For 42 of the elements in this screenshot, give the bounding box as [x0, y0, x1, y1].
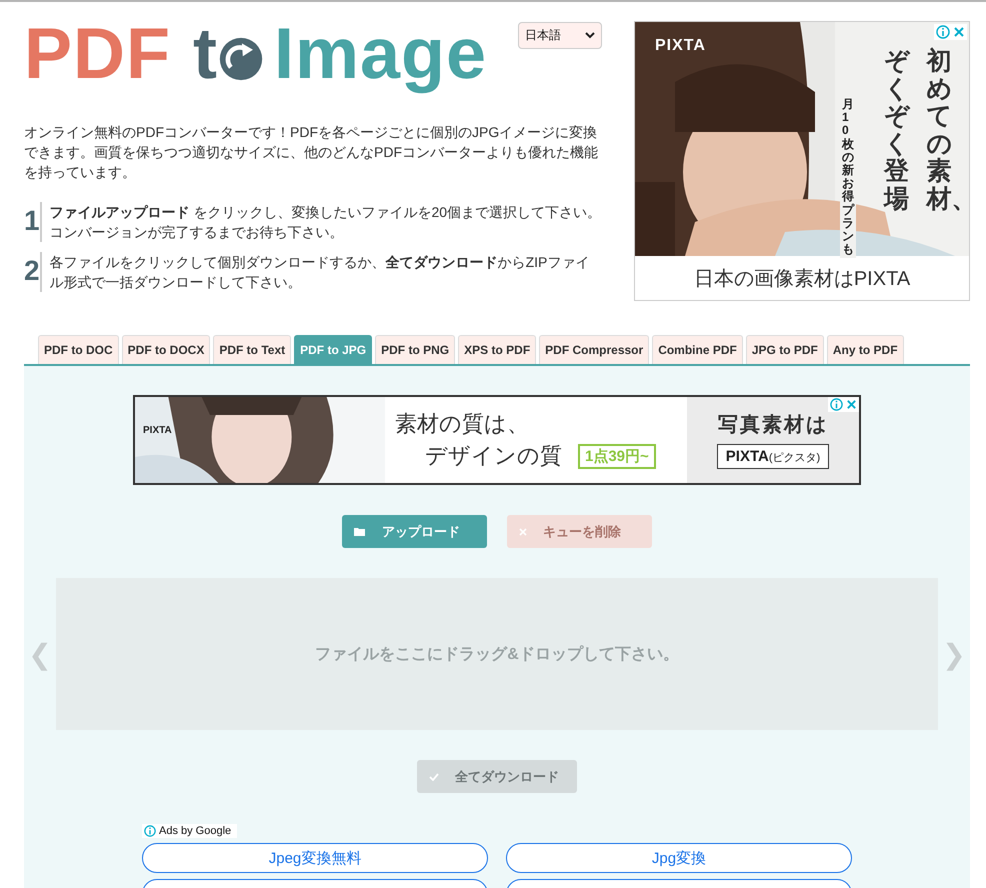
- step-text: 各ファイルをクリックして個別ダウンロードするか、全てダウンロードからZIPファイル形式で一括ダウンロードして下さい。: [40, 252, 602, 292]
- close-icon[interactable]: [846, 399, 857, 410]
- tab[interactable]: PDF to PNG: [375, 335, 456, 364]
- ad-headline: 素材の質は、: [395, 411, 530, 439]
- ad-headline: 初めての素材、: [926, 48, 959, 214]
- tab[interactable]: XPS to PDF: [458, 335, 536, 364]
- ad-banner[interactable]: PIXTA 素材の質は、 デザインの質 1点39円~ 写真素材は PIXTA(ピクスタ): [133, 395, 861, 485]
- tab[interactable]: PDF Compressor: [539, 335, 650, 364]
- tab[interactable]: PDF to DOC: [38, 335, 119, 364]
- ad-footer-text: 日本の画像素材はPIXTA: [692, 266, 912, 292]
- drop-zone-text: ファイルをここにドラッグ&ドロップして下さい。: [315, 644, 679, 664]
- tab[interactable]: JPG to PDF: [746, 335, 824, 364]
- ad-link-button[interactable]: Jpg変換: [506, 843, 852, 873]
- step-number: 1: [24, 204, 40, 238]
- folder-icon: [354, 526, 366, 536]
- ad-link-button[interactable]: Jpeg変換無料: [142, 843, 488, 873]
- tab[interactable]: Combine PDF: [652, 335, 743, 364]
- language-select[interactable]: 日本語: [518, 22, 602, 49]
- ad-headline: ぞくぞく登場: [884, 48, 912, 214]
- check-icon: [429, 772, 439, 780]
- chevron-down-icon: [585, 32, 595, 39]
- logo[interactable]: PDF t Image: [24, 14, 488, 94]
- brand-logo: PIXTA: [143, 425, 172, 436]
- info-icon[interactable]: [936, 25, 950, 39]
- close-icon[interactable]: [953, 26, 965, 38]
- ad-headline: 写真素材は: [718, 413, 828, 438]
- ads-by-label[interactable]: Ads by Google: [142, 824, 238, 838]
- ad-subline: 月10枚の新お得プランも: [840, 96, 856, 258]
- brand-logo: PIXTA(ピクスタ): [716, 444, 830, 469]
- ad-headline: デザインの質: [425, 443, 562, 471]
- price-tag: 1点39円~: [578, 444, 656, 468]
- step-number: 2: [24, 254, 40, 288]
- ad-banner[interactable]: PIXTA 月10枚の新お得プランも ぞくぞく登場 初めての素材、 日本の画像素材はPIXTA: [634, 21, 970, 301]
- brand-logo: PIXTA: [655, 37, 706, 55]
- intro-text: オンライン無料のPDFコンバーターです！PDFを各ページごとに個別のJPGイメージに変換できます。画質を保ちつつ適切なサイズに、他のどんなPDFコンバーターよりも優れた機能を持っています。: [24, 123, 599, 182]
- info-icon: [144, 825, 156, 837]
- tab[interactable]: Any to PDF: [826, 335, 904, 364]
- step-text: ファイルアップロード をクリックし、変換したいファイルを20個まで選択して下さい。コンバージョンが完了するまでお待ち下さい。: [40, 202, 602, 242]
- tab[interactable]: PDF to Text: [213, 335, 292, 364]
- info-icon[interactable]: [830, 398, 843, 411]
- close-icon: [519, 528, 527, 536]
- tab[interactable]: PDF to DOCX: [122, 335, 210, 364]
